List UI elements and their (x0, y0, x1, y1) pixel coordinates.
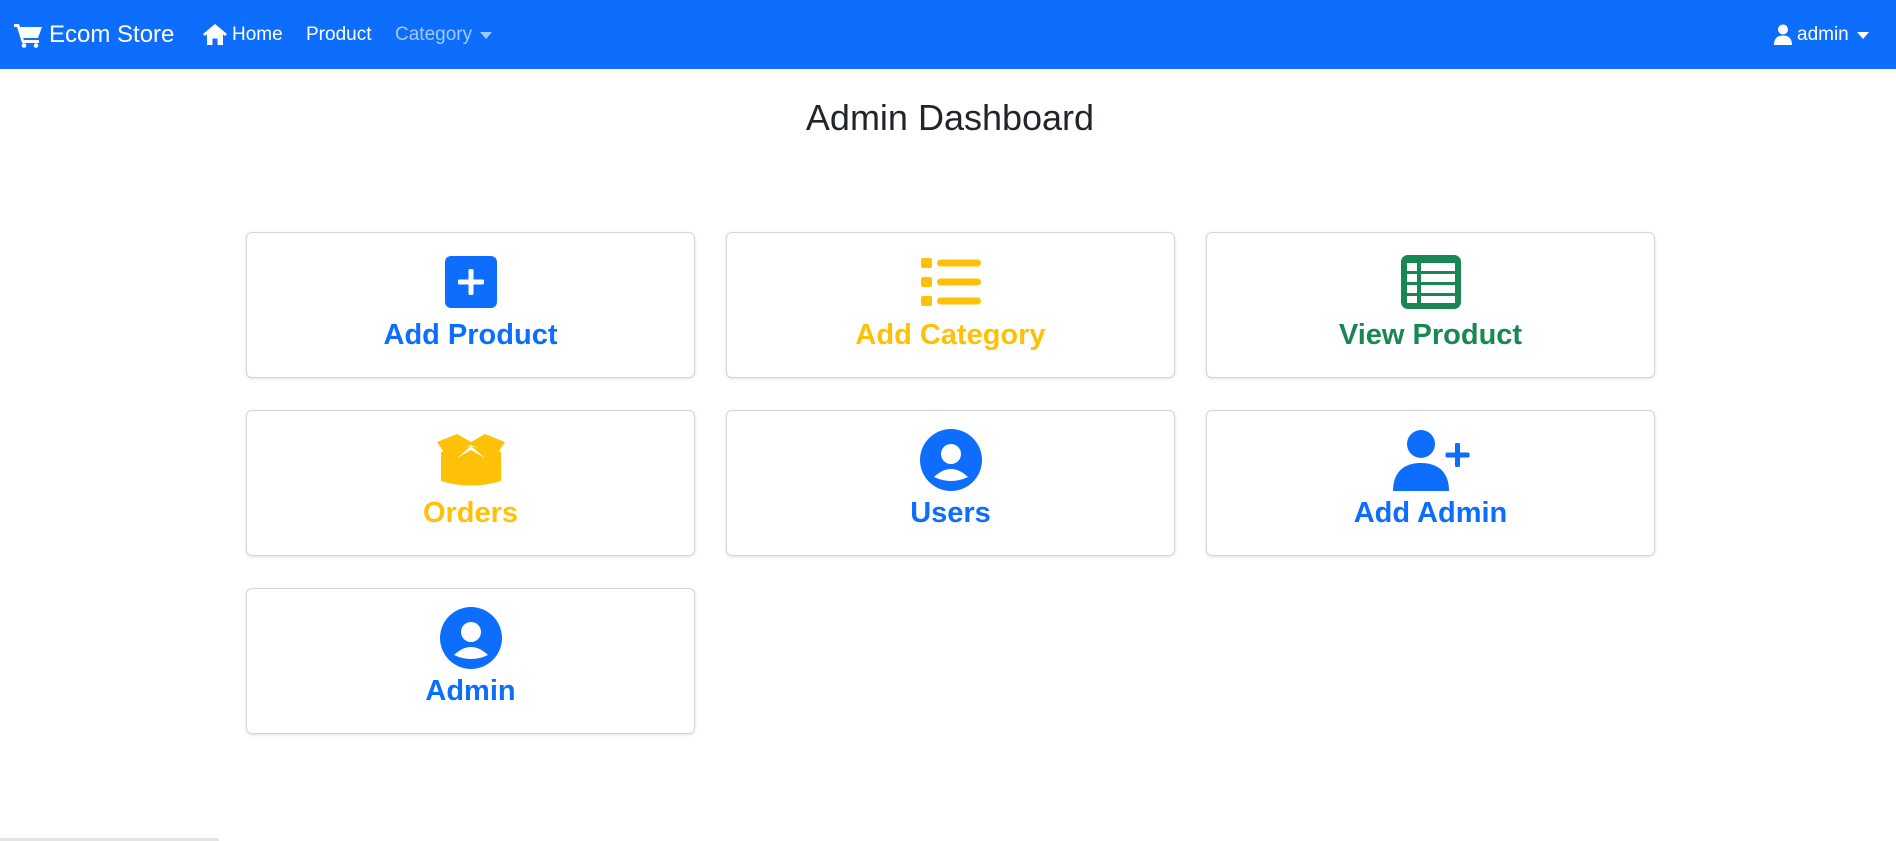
user-menu-dropdown[interactable]: admin (1774, 0, 1869, 69)
open-box-icon (436, 434, 505, 486)
add-product-label: Add Product (383, 319, 558, 351)
nav-product[interactable]: Product (306, 0, 371, 69)
users-label: Users (910, 497, 991, 529)
view-product-label: View Product (1338, 319, 1523, 351)
add-admin-card[interactable]: Add Admin (1206, 410, 1655, 556)
add-product-card[interactable]: Add Product (246, 232, 695, 378)
nav-category-label: Category (395, 23, 473, 45)
add-admin-label: Add Admin (1353, 497, 1508, 529)
orders-card[interactable]: Orders (246, 410, 695, 556)
list-icon (920, 258, 981, 306)
user-plus-icon (1392, 430, 1469, 491)
home-icon (203, 24, 227, 45)
nav-category-dropdown[interactable]: Category (395, 0, 493, 69)
nav-product-label: Product (306, 23, 372, 45)
top-navbar: Ecom Store Home Product Category admin (0, 0, 1896, 69)
add-category-card[interactable]: Add Category (726, 232, 1175, 378)
chevron-down-icon (1856, 32, 1869, 39)
user-circle-icon (919, 429, 982, 491)
page-title: Admin Dashboard (805, 97, 1095, 138)
users-card[interactable]: Users (726, 410, 1175, 556)
admin-label: Admin (425, 675, 516, 707)
cart-icon (14, 23, 42, 48)
table-list-icon (1400, 255, 1461, 309)
admin-card[interactable]: Admin (246, 588, 695, 734)
brand-label: Ecom Store (49, 20, 175, 48)
chevron-down-icon (480, 32, 493, 39)
orders-label: Orders (422, 497, 519, 529)
add-category-label: Add Category (855, 319, 1046, 351)
user-menu-label: admin (1797, 23, 1849, 45)
brand-link[interactable]: Ecom Store (14, 0, 174, 69)
nav-home-label: Home (232, 23, 283, 45)
user-icon (1774, 24, 1792, 45)
user-circle-icon (439, 607, 502, 669)
plus-square-icon (444, 256, 497, 308)
nav-home[interactable]: Home (203, 0, 283, 69)
view-product-card[interactable]: View Product (1206, 232, 1655, 378)
